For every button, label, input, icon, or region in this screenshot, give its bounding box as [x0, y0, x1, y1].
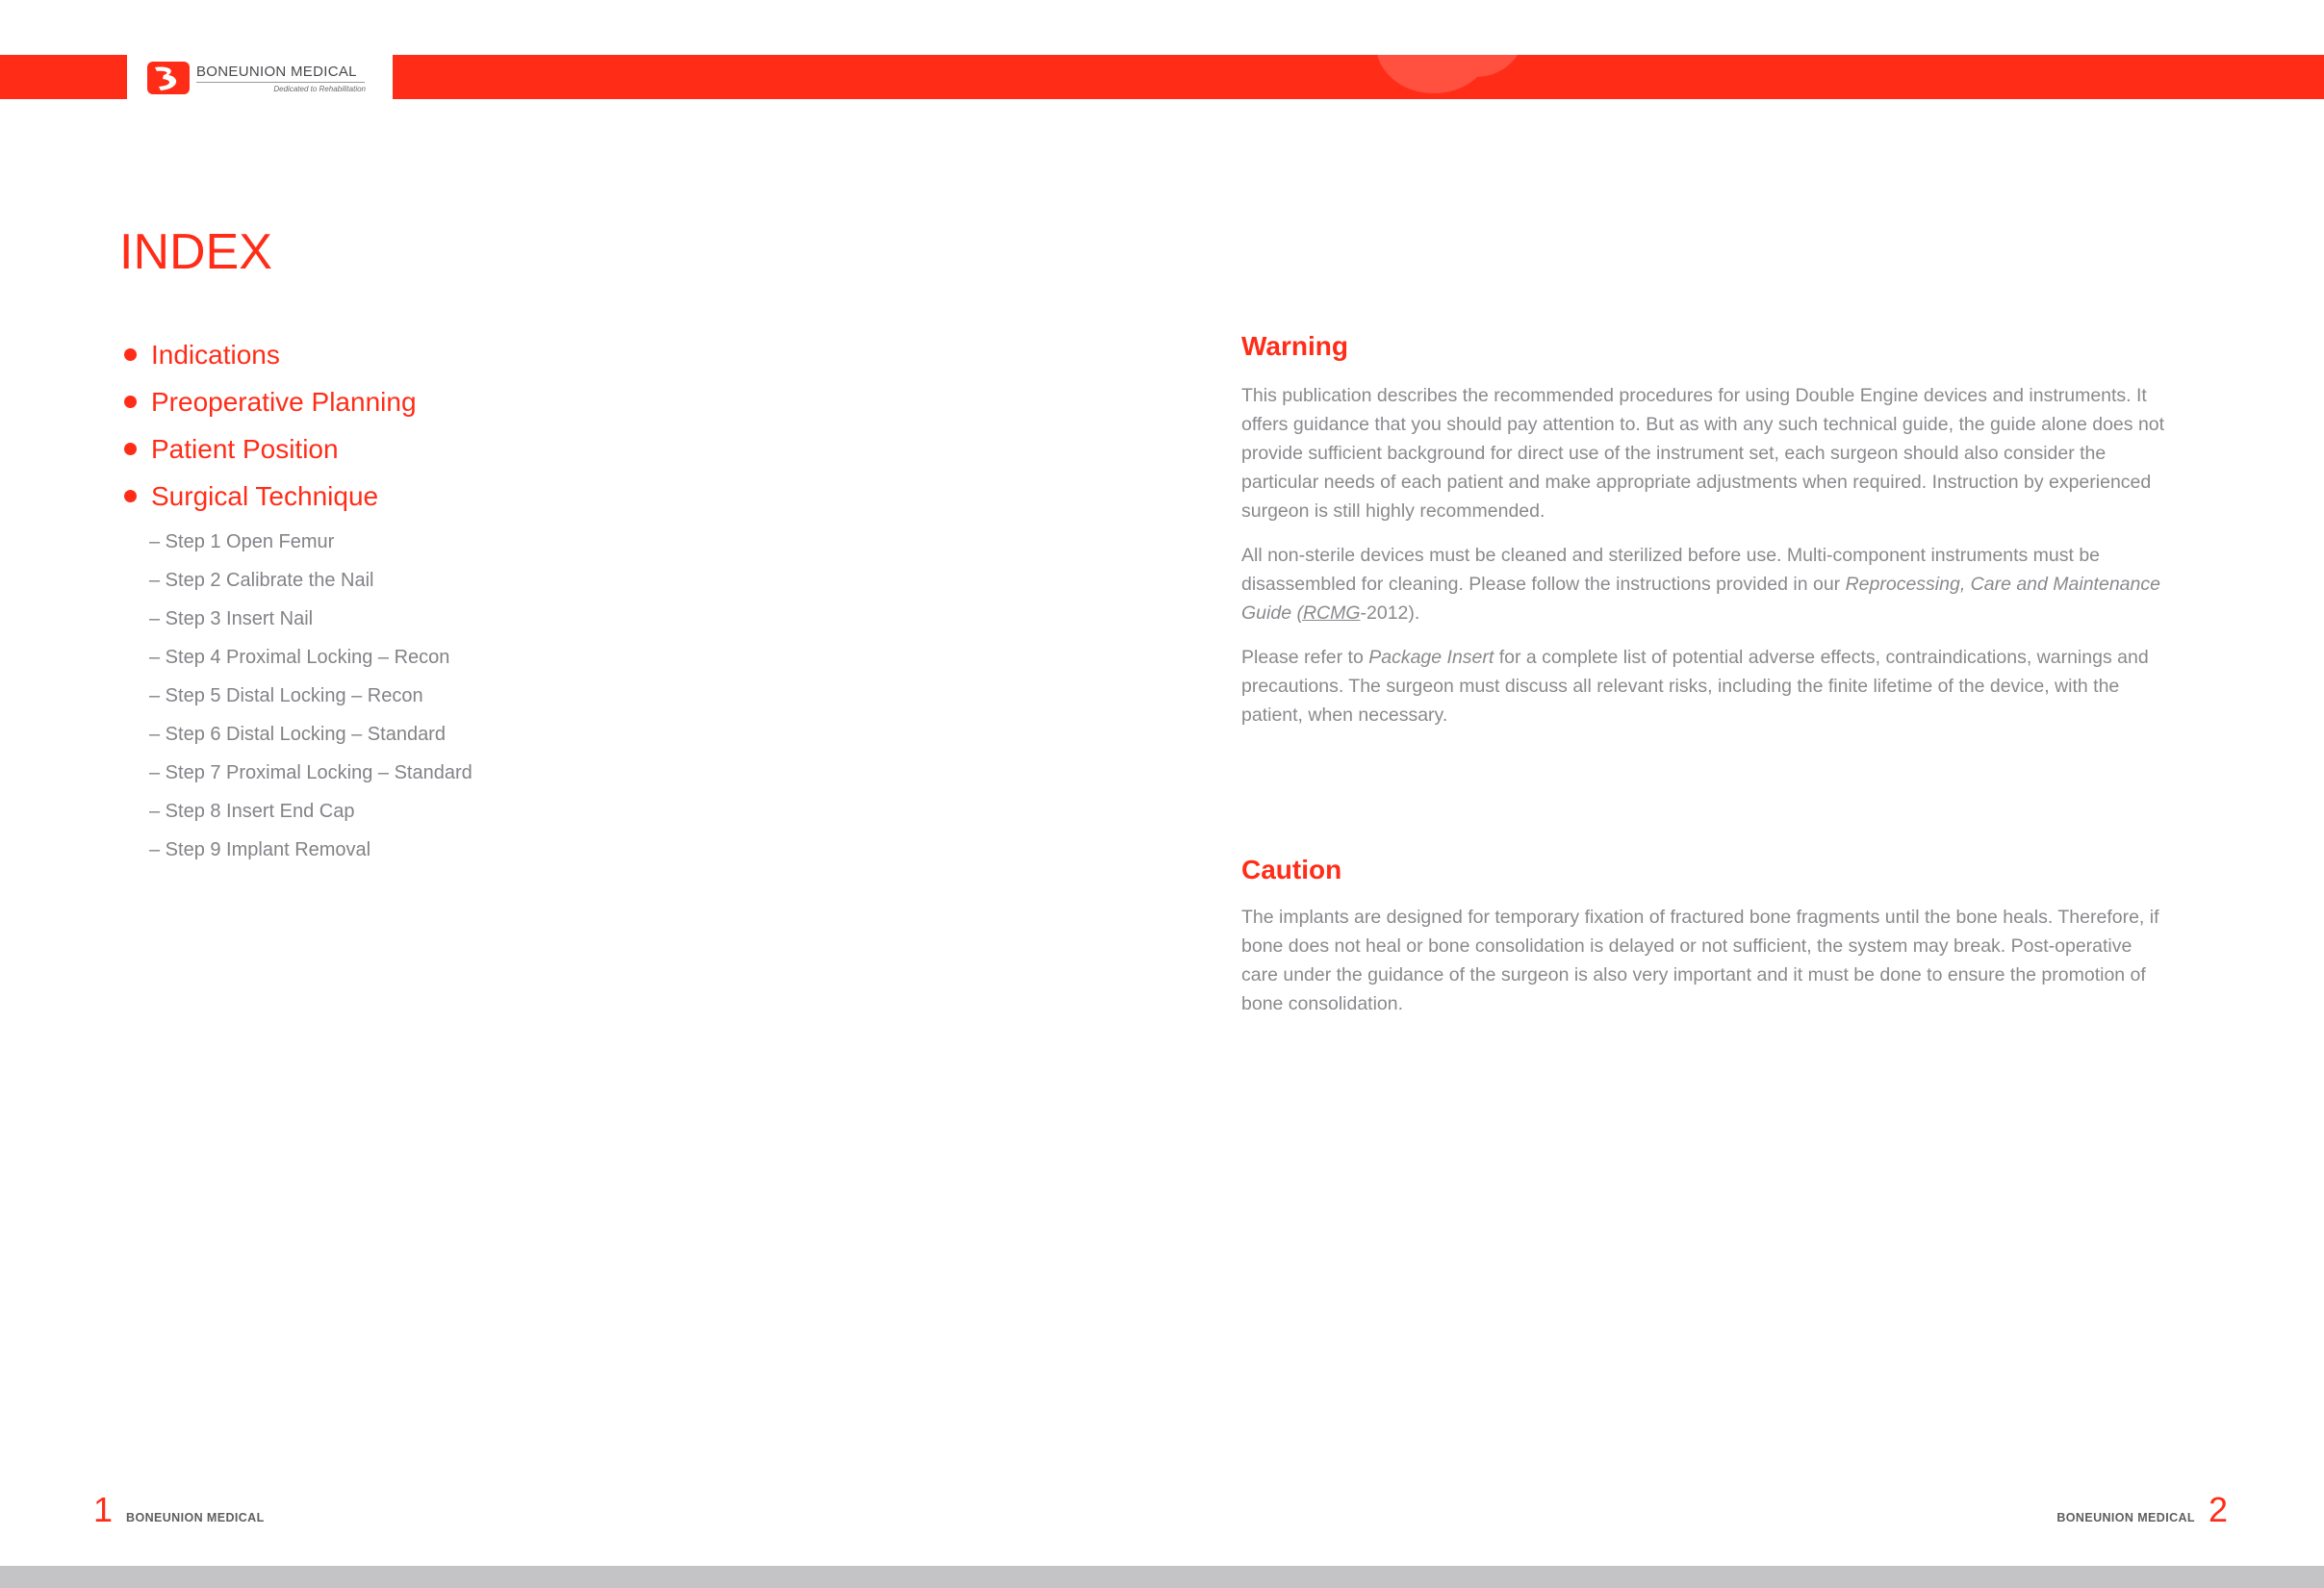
index-list: Indications Preoperative Planning Patien… [122, 331, 417, 520]
step-item[interactable]: – Step 5 Distal Locking – Recon [149, 677, 472, 715]
step-item[interactable]: – Step 4 Proximal Locking – Recon [149, 638, 472, 677]
index-item-surgical-technique[interactable]: Surgical Technique [122, 473, 417, 520]
index-item-label: Preoperative Planning [151, 386, 417, 417]
bullet-icon [124, 443, 137, 455]
footer-right: BONEUNION MEDICAL 2 [2056, 1493, 2228, 1527]
index-item-preoperative-planning[interactable]: Preoperative Planning [122, 378, 417, 425]
package-insert-reference: Package Insert [1368, 647, 1494, 668]
step-item[interactable]: – Step 8 Insert End Cap [149, 792, 472, 831]
brand-name: BONEUNION MEDICAL [196, 64, 357, 80]
footer-brand: BONEUNION MEDICAL [126, 1511, 265, 1524]
caution-paragraph: The implants are designed for temporary … [1241, 907, 2159, 1014]
index-item-patient-position[interactable]: Patient Position [122, 425, 417, 473]
step-item[interactable]: – Step 3 Insert Nail [149, 600, 472, 638]
brand-divider [196, 82, 365, 83]
guide-abbreviation-link[interactable]: (RCMG [1296, 602, 1360, 624]
step-item[interactable]: – Step 9 Implant Removal [149, 831, 472, 869]
warning-section: Warning This publication describes the r… [1241, 333, 2165, 745]
step-item[interactable]: – Step 2 Calibrate the Nail [149, 561, 472, 600]
warning-paragraph: Please refer to Package Insert for a com… [1241, 643, 2165, 730]
caution-section: Caution The implants are designed for te… [1241, 857, 2165, 1034]
step-item[interactable]: – Step 6 Distal Locking – Standard [149, 715, 472, 754]
index-item-label: Patient Position [151, 433, 339, 464]
page-number: 1 [93, 1490, 114, 1529]
index-item-indications[interactable]: Indications [122, 331, 417, 378]
footer-brand: BONEUNION MEDICAL [2056, 1511, 2195, 1524]
bullet-icon [124, 490, 137, 502]
bottom-bar [0, 1566, 2324, 1588]
brand-logo-icon [147, 62, 190, 94]
step-item[interactable]: – Step 1 Open Femur [149, 523, 472, 561]
index-title: INDEX [119, 224, 272, 280]
bullet-icon [124, 348, 137, 361]
footer-left: 1 BONEUNION MEDICAL [93, 1493, 265, 1527]
warning-paragraph: All non-sterile devices must be cleaned … [1241, 541, 2165, 628]
index-item-label: Surgical Technique [151, 480, 379, 511]
index-item-label: Indications [151, 339, 280, 370]
warning-title: Warning [1241, 331, 1348, 361]
caution-title: Caution [1241, 855, 1342, 884]
step-item[interactable]: – Step 7 Proximal Locking – Standard [149, 754, 472, 792]
brand-logo: BONEUNION MEDICAL Dedicated to Rehabilit… [127, 55, 393, 99]
warning-paragraph: This publication describes the recommend… [1241, 385, 2165, 522]
bullet-icon [124, 396, 137, 408]
text-run: -2012). [1360, 602, 1420, 624]
brand-tagline: Dedicated to Rehabilitation [273, 85, 366, 93]
page-number: 2 [2208, 1490, 2228, 1529]
text-run: Please refer to [1241, 647, 1369, 668]
surgical-steps-list: – Step 1 Open Femur – Step 2 Calibrate t… [149, 523, 472, 869]
